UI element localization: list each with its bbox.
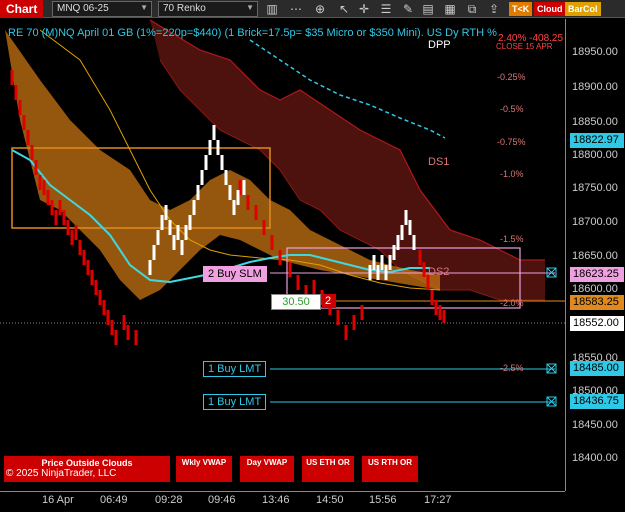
properties-icon[interactable]: ▤ (420, 1, 436, 17)
price-tag-vwap: 18822.97 (570, 133, 624, 148)
crosshair-icon[interactable]: ✛ (356, 1, 372, 17)
wkly-vwap-button[interactable]: Wkly VWAP (176, 456, 232, 482)
position-price-label[interactable]: 30.50 (271, 294, 321, 310)
price-tick: 18450.00 (572, 419, 618, 431)
time-tick: 13:46 (262, 494, 290, 506)
price-axis[interactable]: 18950.00 18900.00 18850.00 18800.00 1875… (565, 19, 625, 491)
chevron-down-icon: ▼ (246, 3, 254, 12)
chevron-down-icon: ▼ (140, 3, 148, 12)
price-tag-slm: 18623.25 (570, 267, 624, 282)
price-tick: 18950.00 (572, 46, 618, 58)
cloud-button[interactable]: Cloud (534, 2, 566, 16)
time-axis[interactable]: 16 Apr 06:49 09:28 09:46 13:46 14:50 15:… (0, 491, 565, 512)
price-tag-position: 18583.25 (570, 295, 624, 310)
time-tick: 16 Apr (42, 494, 74, 506)
order-label-buy-slm[interactable]: 2 Buy SLM (203, 266, 267, 282)
day-vwap-button[interactable]: Day VWAP (240, 456, 294, 482)
close-label: CLOSE 15 APR (496, 42, 553, 51)
bar-type-select[interactable]: 70 Renko ▼ (158, 1, 258, 17)
pointer-icon[interactable]: ↖ (336, 1, 352, 17)
price-tag-last: 18552.00 (570, 316, 624, 331)
dpp-label: DPP (428, 39, 451, 51)
pct-level: -0.25% (497, 72, 526, 82)
chart-tab[interactable]: Chart (0, 0, 44, 18)
pct-level: -1.0% (500, 169, 524, 179)
price-tick: 18800.00 (572, 149, 618, 161)
pct-level: -0.5% (500, 104, 524, 114)
drawing-tools-icon[interactable]: ✎ (400, 1, 416, 17)
templates-icon[interactable]: ⧉ (464, 1, 480, 17)
time-tick: 09:28 (155, 494, 183, 506)
position-qty-label[interactable]: 2 (322, 294, 336, 308)
price-tick: 18400.00 (572, 452, 618, 464)
pct-level: -2.5% (500, 363, 524, 373)
instrument-value: MNQ 06-25 (57, 3, 109, 14)
price-tick: 18600.00 (572, 283, 618, 295)
price-tick: 18650.00 (572, 250, 618, 262)
cancel-order-markers (546, 267, 557, 407)
chart-info-text: RE 70 (M)NQ April 01 GB (1%=220p=$440) (… (8, 27, 497, 39)
pct-level: -2.0% (500, 298, 524, 308)
us-rth-or-button[interactable]: US RTH OR (362, 456, 418, 482)
time-tick: 17:27 (424, 494, 452, 506)
order-label-buy-lmt[interactable]: 1 Buy LMT (203, 394, 267, 410)
order-label-buy-lmt[interactable]: 1 Buy LMT (203, 361, 267, 377)
price-chart[interactable] (0, 19, 565, 491)
indicators-icon[interactable]: ⋯ (288, 1, 304, 17)
barcol-button[interactable]: BarCol (565, 2, 601, 16)
strategies-icon[interactable]: ☰ (378, 1, 394, 17)
bar-chart-icon[interactable]: ▥ (264, 1, 280, 17)
price-tick: 18900.00 (572, 81, 618, 93)
instrument-select[interactable]: MNQ 06-25 ▼ (52, 1, 152, 17)
time-tick: 15:56 (369, 494, 397, 506)
data-box-icon[interactable]: ▦ (442, 1, 458, 17)
time-tick: 14:50 (316, 494, 344, 506)
time-tick: 09:46 (208, 494, 236, 506)
price-outside-label: Price Outside Clouds (41, 458, 133, 468)
bar-type-value: 70 Renko (163, 3, 206, 14)
price-tick: 18700.00 (572, 216, 618, 228)
copyright-text: © 2025 NinjaTrader, LLC (6, 468, 117, 479)
time-tick: 06:49 (100, 494, 128, 506)
chart-toolbar: Chart MNQ 06-25 ▼ 70 Renko ▼ ▥ ⋯ ⊕ ↖ ✛ ☰… (0, 0, 625, 18)
price-tag-lmt-1: 18485.00 (570, 361, 624, 376)
pct-level: -1.5% (500, 234, 524, 244)
tok-button[interactable]: T<K (509, 2, 533, 16)
price-tag-lmt-2: 18436.75 (570, 394, 624, 409)
price-tick: 18850.00 (572, 116, 618, 128)
ds2-label: DS2 (428, 266, 450, 278)
zoom-icon[interactable]: ⊕ (312, 1, 328, 17)
price-tick: 18750.00 (572, 182, 618, 194)
us-eth-or-button[interactable]: US ETH OR (302, 456, 354, 482)
ds1-label: DS1 (428, 156, 450, 168)
share-icon[interactable]: ⇪ (486, 1, 502, 17)
pct-level: -0.75% (497, 137, 526, 147)
